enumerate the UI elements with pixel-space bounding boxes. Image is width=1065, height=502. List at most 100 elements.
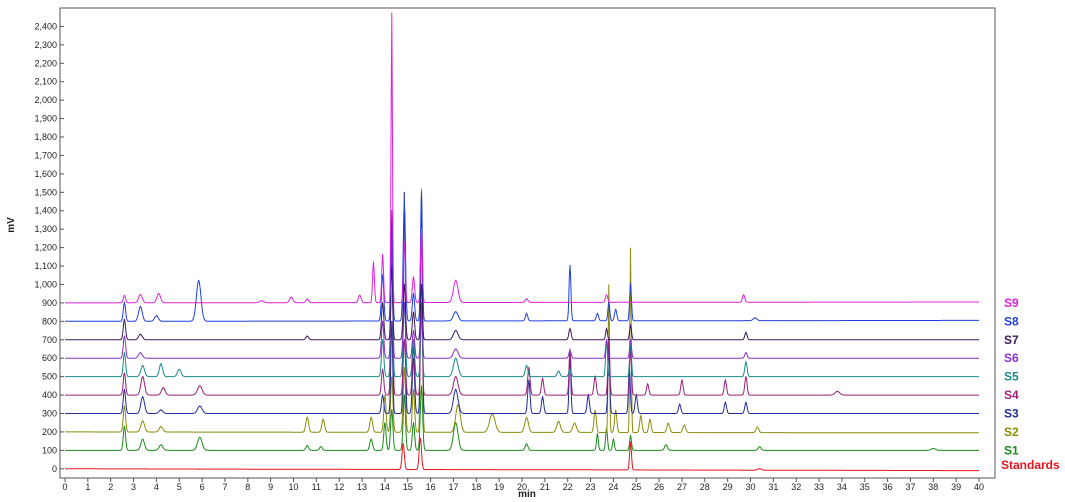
legend-label-s9: S9 [1004,296,1019,310]
peak-point [139,305,142,308]
y-tick-label: 600 [42,353,57,363]
peak-point [391,12,393,14]
peak-point [320,446,322,448]
peak-point [412,422,415,424]
y-tick-label: 400 [42,390,57,400]
peak-point [569,328,571,330]
x-tick-label: 14 [380,482,390,492]
peak-point [260,300,263,302]
peak-point [569,264,571,267]
peak-point [525,417,528,419]
peak-point [419,437,421,439]
peak-point [455,311,457,313]
peak-point [123,294,126,297]
peak-point [160,425,162,428]
x-tick-label: 36 [883,482,893,492]
x-tick-label: 7 [222,482,227,492]
peak-point [403,302,405,304]
peak-point [412,389,415,391]
peak-point [391,219,393,221]
x-tick-label: 38 [928,482,938,492]
peak-point [370,438,372,440]
legend-label-s8: S8 [1004,314,1019,328]
peak-point [123,388,126,391]
peak-point [412,292,415,294]
peak-point [139,333,142,335]
peak-point [382,339,384,341]
peak-point [745,331,747,333]
y-tick-label: 700 [42,335,57,345]
legend: StandardsS1 S2 S3 S4 S5 S6 S7 S8 S9 [1001,296,1060,472]
y-tick-label: 500 [42,372,57,382]
y-tick-label: 1,100 [34,261,57,271]
peak-point [123,318,126,321]
peak-point [649,419,651,421]
peak-point [455,422,457,424]
peak-point [932,447,934,450]
x-tick-label: 17 [448,482,458,492]
peak-point [569,350,571,352]
y-tick-label: 2,200 [34,58,57,68]
x-tick-label: 6 [200,482,205,492]
peak-point [420,283,423,286]
legend-label-s4: S4 [1004,388,1019,402]
peak-point [391,210,393,212]
x-tick-label: 40 [974,482,984,492]
peak-point [605,294,608,296]
peak-point [745,361,747,363]
peak-point [756,426,758,428]
y-tick-label: 1,200 [34,243,57,253]
x-tick-label: 16 [426,482,436,492]
peak-point [525,364,528,367]
y-tick-label: 1,400 [34,206,57,216]
peak-point [412,339,415,341]
legend-label-s2: S2 [1004,425,1019,439]
peak-point [306,298,308,300]
y-tick-label: 1,600 [34,169,57,179]
peak-point [403,283,405,286]
peak-point [322,418,324,420]
x-tick-label: 30 [745,482,755,492]
peak-point [569,348,571,350]
legend-label-s3: S3 [1004,406,1019,420]
peak-point [402,443,404,445]
peak-point [629,324,632,326]
peak-point [403,394,405,396]
legend-label-s7: S7 [1004,333,1019,347]
y-tick-label: 2,000 [34,95,57,105]
y-tick-label: 2,300 [34,40,57,50]
peak-point [412,276,415,278]
peak-point [525,298,528,300]
peak-point [139,293,142,296]
peak-point [528,366,530,369]
peak-point [384,422,386,424]
peak-point [391,265,393,267]
peak-point [743,294,745,296]
peak-point [123,405,126,407]
peak-point [615,309,617,311]
peak-point [123,302,126,304]
peak-point [123,335,126,337]
peak-point [382,320,384,322]
y-tick-label: 1,800 [34,132,57,142]
legend-label-s6: S6 [1004,351,1019,365]
peak-point [754,317,756,319]
peak-point [420,188,423,190]
peak-point [629,283,632,285]
y-tick-label: 2,400 [34,21,57,31]
peak-point [391,320,393,322]
x-tick-label: 27 [677,482,687,492]
x-tick-label: 39 [951,482,961,492]
peak-point [455,376,457,378]
x-tick-label: 15 [403,482,413,492]
plot-area-frame [59,7,996,479]
peak-point [455,388,457,391]
peak-point [142,396,144,398]
x-tick-label: 22 [563,482,573,492]
peak-point [528,379,530,381]
peak-point [745,401,747,404]
peak-point [541,377,544,380]
peak-point [612,438,615,440]
x-tick-label: 11 [312,482,321,492]
peak-point [412,329,415,332]
